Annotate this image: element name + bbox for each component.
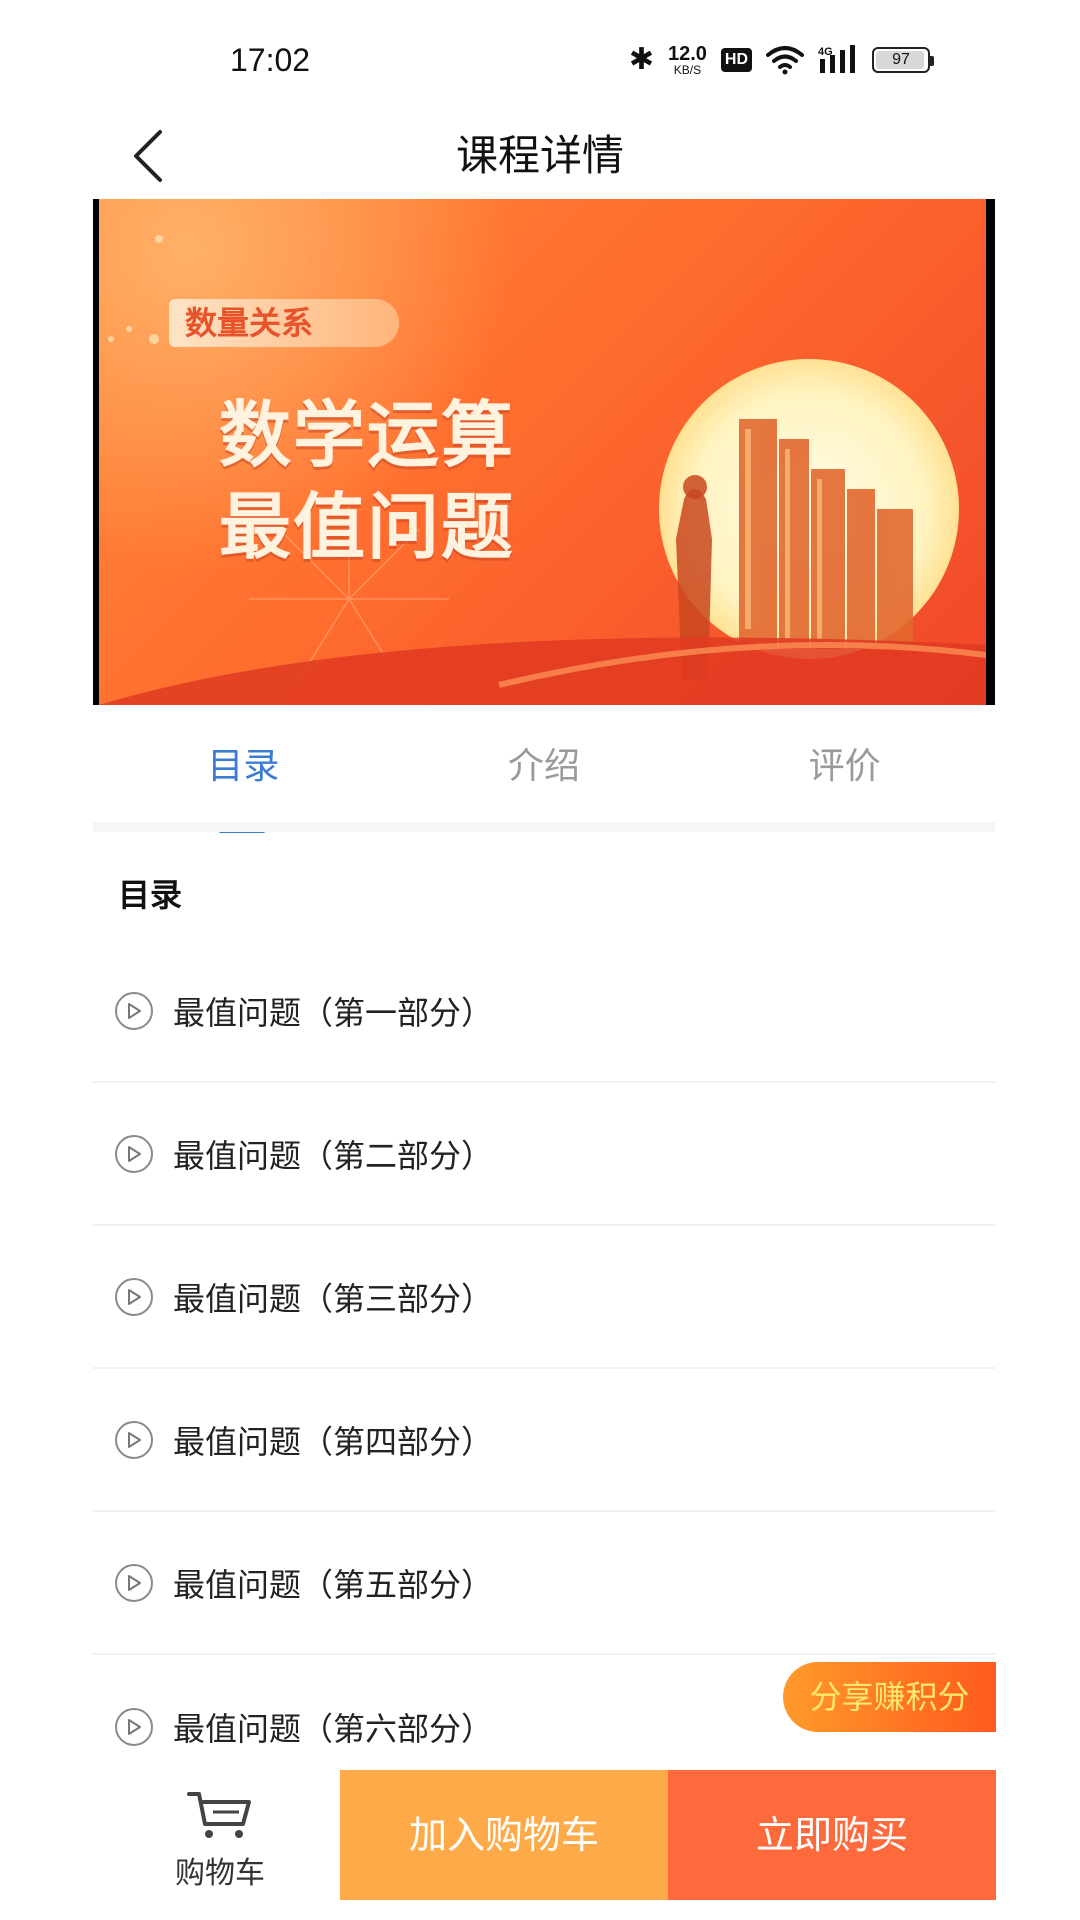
play-icon [115,1707,153,1746]
banner-headline: 数学运算 最值问题 [219,389,515,573]
banner-tag: 数量关系 [169,299,399,347]
banner-headline-line1: 数学运算 [219,392,516,477]
cart-button[interactable]: 购物车 [160,1790,280,1900]
tab-intro-label: 介绍 [508,746,581,787]
status-bar: 17:02 ✱ 12.0 KB/S HD 4G 97 [0,0,1080,120]
add-to-cart-button[interactable]: 加入购物车 [340,1770,668,1900]
tab-catalog-label: 目录 [207,746,280,787]
bottom-action-bar: 购物车 加入购物车 立即购买 [0,1770,1080,1900]
status-icons: ✱ 12.0 KB/S HD 4G 97 [628,42,934,77]
signal-icon: 4G [818,44,858,75]
lesson-item[interactable]: 最值问题（第一部分） [93,940,995,1083]
course-poster-image: 数量关系 数学运算 最值问题 [99,199,986,705]
network-speed-unit: KB/S [673,62,702,77]
lesson-item[interactable]: 最值问题（第三部分） [93,1226,995,1369]
lesson-title: 最值问题（第五部分） [173,1565,494,1604]
lesson-title: 最值问题（第一部分） [173,993,494,1032]
wifi-icon [766,45,804,75]
network-speed: 12.0 KB/S [668,44,707,76]
course-banner-video[interactable]: 数量关系 数学运算 最值问题 [93,199,995,705]
course-tabs: 目录 介绍 评价 [93,705,995,833]
lesson-title: 最值问题（第二部分） [173,1136,494,1175]
catalog-section-title: 目录 [118,876,183,914]
play-icon [115,1277,153,1316]
hd-badge: HD [720,47,752,72]
shopping-cart-icon [187,1792,251,1838]
play-icon [115,1134,153,1173]
cart-label: 购物车 [175,1856,265,1891]
lesson-title: 最值问题（第四部分） [173,1422,494,1461]
share-earn-points-button[interactable]: 分享赚积分 [783,1662,996,1732]
banner-headline-line2: 最值问题 [219,484,516,569]
play-icon [115,991,153,1030]
status-time: 17:02 [230,42,311,78]
tab-catalog[interactable]: 目录 [93,705,394,833]
lesson-item[interactable]: 最值问题（第五部分） [93,1512,995,1655]
lesson-title: 最值问题（第六部分） [173,1709,494,1748]
tab-divider [93,822,995,832]
tab-intro[interactable]: 介绍 [394,705,695,825]
play-icon [115,1420,153,1459]
network-speed-value: 12.0 [667,42,707,65]
tab-reviews[interactable]: 评价 [694,705,995,825]
battery-icon: 97 [872,46,934,73]
page-title: 课程详情 [455,131,624,180]
lesson-item[interactable]: 最值问题（第二部分） [93,1083,995,1226]
battery-percent: 97 [892,50,910,68]
nav-bar: 课程详情 [0,110,1080,200]
tab-reviews-label: 评价 [808,746,881,787]
lesson-item[interactable]: 最值问题（第四部分） [93,1369,995,1512]
ribbon-decoration [99,637,986,705]
play-icon [115,1563,153,1602]
buy-now-button[interactable]: 立即购买 [668,1770,996,1900]
lesson-title: 最值问题（第三部分） [173,1279,494,1318]
bluetooth-icon: ✱ [628,42,654,77]
